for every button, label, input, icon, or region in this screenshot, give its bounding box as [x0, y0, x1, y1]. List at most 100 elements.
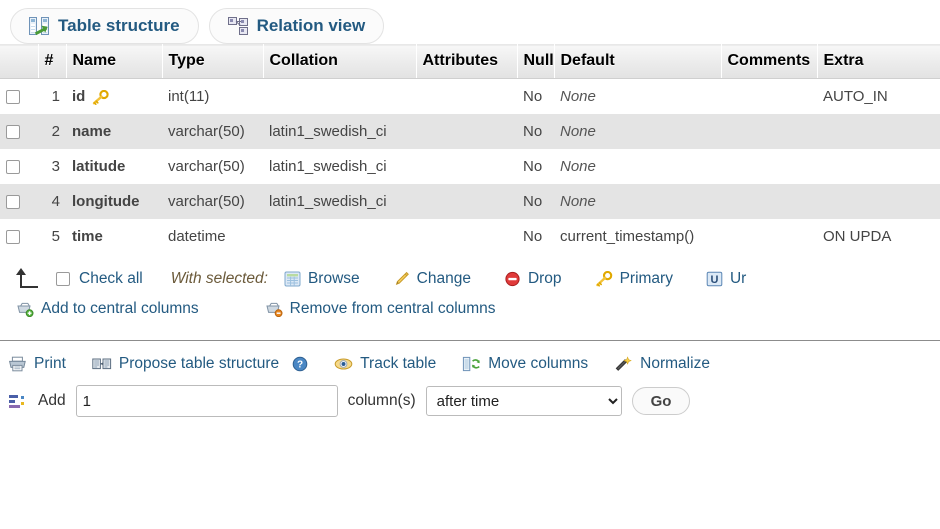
propose-table-structure-label: Propose table structure	[119, 355, 279, 373]
row-select-cell[interactable]	[0, 114, 38, 149]
column-position-select[interactable]: at beginning of tableat end of tableafte…	[426, 386, 622, 416]
row-comments	[721, 79, 817, 115]
track-table-action[interactable]: Track table	[334, 355, 436, 373]
move-columns-label: Move columns	[488, 355, 588, 373]
row-checkbox[interactable]	[6, 90, 20, 104]
row-type: varchar(50)	[162, 114, 263, 149]
row-comments	[721, 219, 817, 254]
column-count-input[interactable]	[76, 385, 338, 417]
row-name: latitude	[66, 149, 162, 184]
row-attributes	[416, 149, 517, 184]
row-select-cell[interactable]	[0, 149, 38, 184]
select-all-arrow-icon	[14, 268, 42, 290]
browse-table-icon	[284, 271, 301, 287]
table-structure-icon	[29, 17, 49, 35]
help-icon[interactable]: ?	[292, 356, 308, 372]
row-select-cell[interactable]	[0, 184, 38, 219]
row-number: 1	[38, 79, 66, 115]
row-attributes	[416, 114, 517, 149]
row-type: varchar(50)	[162, 149, 263, 184]
row-checkbox[interactable]	[6, 230, 20, 244]
header-name: Name	[66, 45, 162, 79]
row-type: datetime	[162, 219, 263, 254]
header-collation: Collation	[263, 45, 416, 79]
go-button[interactable]: Go	[632, 387, 691, 415]
row-comments	[721, 114, 817, 149]
row-null: No	[517, 79, 554, 115]
pencil-icon	[393, 271, 410, 287]
propose-table-structure-action[interactable]: Propose table structure ?	[92, 355, 308, 373]
remove-central-columns-icon	[265, 301, 283, 317]
row-number: 2	[38, 114, 66, 149]
header-comments: Comments	[721, 45, 817, 79]
row-collation	[263, 79, 416, 115]
row-default-label: None	[560, 123, 596, 140]
row-attributes	[416, 184, 517, 219]
unique-label: Ur	[730, 270, 746, 288]
columns-table: # Name Type Collation Attributes Null De…	[0, 44, 940, 254]
check-all-checkbox[interactable]	[56, 272, 70, 286]
header-null: Null	[517, 45, 554, 79]
tab-table-structure[interactable]: Table structure	[10, 8, 199, 44]
drop-icon	[504, 271, 521, 287]
add-to-central-columns-label: Add to central columns	[41, 300, 199, 318]
row-collation: latin1_swedish_ci	[263, 149, 416, 184]
row-default: None	[554, 149, 721, 184]
eye-icon	[334, 356, 353, 372]
row-null: No	[517, 149, 554, 184]
check-all-label[interactable]: Check all	[79, 270, 143, 288]
row-default-label: None	[560, 88, 596, 105]
columns-table-header-row: # Name Type Collation Attributes Null De…	[0, 45, 940, 79]
row-null: No	[517, 114, 554, 149]
view-tabs: Table structure Relation view	[0, 0, 940, 44]
browse-action[interactable]: Browse	[284, 270, 360, 288]
key-icon	[92, 90, 109, 105]
row-comments	[721, 149, 817, 184]
row-extra: AUTO_IN	[817, 79, 940, 115]
primary-action[interactable]: Primary	[595, 270, 673, 288]
row-number: 5	[38, 219, 66, 254]
primary-label: Primary	[620, 270, 673, 288]
remove-from-central-columns-action[interactable]: Remove from central columns	[265, 300, 496, 318]
row-select-cell[interactable]	[0, 219, 38, 254]
row-attributes	[416, 219, 517, 254]
row-default-label: None	[560, 193, 596, 210]
normalize-label: Normalize	[640, 355, 710, 373]
row-null: No	[517, 184, 554, 219]
add-to-central-columns-action[interactable]: Add to central columns	[16, 300, 199, 318]
row-checkbox[interactable]	[6, 195, 20, 209]
row-select-cell[interactable]	[0, 79, 38, 115]
row-collation	[263, 219, 416, 254]
table-row: 5 time datetime No current_timestamp() O…	[0, 219, 940, 254]
row-collation: latin1_swedish_ci	[263, 184, 416, 219]
tab-relation-view-label: Relation view	[257, 16, 366, 36]
row-checkbox[interactable]	[6, 160, 20, 174]
change-label: Change	[417, 270, 471, 288]
change-action[interactable]: Change	[393, 270, 471, 288]
row-collation: latin1_swedish_ci	[263, 114, 416, 149]
table-row: 2 name varchar(50) latin1_swedish_ci No …	[0, 114, 940, 149]
row-type: int(11)	[162, 79, 263, 115]
columns-label: column(s)	[348, 392, 416, 410]
browse-label: Browse	[308, 270, 360, 288]
table-row: 3 latitude varchar(50) latin1_swedish_ci…	[0, 149, 940, 184]
track-table-label: Track table	[360, 355, 436, 373]
row-extra	[817, 114, 940, 149]
row-default: None	[554, 79, 721, 115]
wand-icon	[614, 356, 633, 372]
printer-icon	[8, 356, 27, 372]
unique-icon: U	[706, 271, 723, 287]
row-extra	[817, 184, 940, 219]
with-selected-bar: Check all With selected: Browse Change D…	[0, 254, 940, 290]
unique-action[interactable]: U Ur	[706, 270, 746, 288]
move-columns-action[interactable]: Move columns	[462, 355, 588, 373]
row-default-label: None	[560, 158, 596, 175]
add-column-form: Add column(s) at beginning of tableat en…	[0, 373, 940, 417]
row-default: current_timestamp()	[554, 219, 721, 254]
tab-relation-view[interactable]: Relation view	[209, 8, 385, 44]
drop-action[interactable]: Drop	[504, 270, 562, 288]
print-action[interactable]: Print	[8, 355, 66, 373]
normalize-action[interactable]: Normalize	[614, 355, 710, 373]
row-type: varchar(50)	[162, 184, 263, 219]
row-checkbox[interactable]	[6, 125, 20, 139]
